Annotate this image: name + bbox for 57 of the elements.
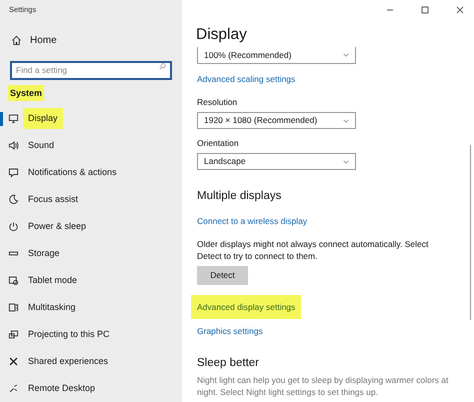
dropdown[interactable]: 1920 × 1080 (Recommended) <box>197 112 356 129</box>
dropdown[interactable]: 100% (Recommended) <box>197 47 356 64</box>
link[interactable]: Graphics settings <box>197 326 263 336</box>
chevron-icon <box>343 118 349 122</box>
remote-icon <box>8 383 19 394</box>
item-label: Focus assist <box>28 192 78 206</box>
section-heading: Multiple displays <box>197 189 282 204</box>
link[interactable]: Advanced display settings <box>191 295 302 319</box>
sidebar-item[interactable]: Tablet mode <box>0 267 182 294</box>
chevron-icon <box>343 160 349 164</box>
item-label: Notifications & actions <box>28 166 117 179</box>
description-text: Night light can help you get to sleep by displaying warmer colors at night. Select Night light settings to set things up. <box>197 374 450 398</box>
detect-button[interactable]: Detect <box>197 266 248 285</box>
item-label: Remote Desktop <box>28 382 96 395</box>
dropdown[interactable]: Landscape <box>197 153 356 170</box>
window-icon <box>8 302 19 313</box>
item-label: Projecting to this PC <box>28 328 110 341</box>
maximize-icon[interactable] <box>421 6 429 14</box>
link[interactable]: Advanced scaling settings <box>197 74 296 84</box>
tablet-icon <box>8 275 19 286</box>
link[interactable]: Connect to a wireless display <box>197 216 308 226</box>
item-label: Tablet mode <box>28 274 78 287</box>
item-label: Sound <box>28 138 54 152</box>
speaker-icon <box>8 140 19 151</box>
section-heading: System <box>8 85 44 101</box>
item-label: Power & sleep <box>28 220 86 233</box>
chevron-icon <box>343 53 349 57</box>
description-text: Older displays might not always connect automatically. Select Detect to try to connect to them. <box>197 238 430 262</box>
home-icon <box>11 34 22 46</box>
section-heading: Sleep better <box>197 356 260 371</box>
sidebar-item[interactable]: Power & sleep <box>0 213 182 240</box>
screens-icon <box>8 329 19 340</box>
search-icon <box>159 63 166 70</box>
sidebar-item[interactable]: Shared experiences <box>0 348 182 375</box>
search-field[interactable]: Find a setting <box>10 60 172 80</box>
item-label: Multitasking <box>28 300 76 314</box>
close-icon[interactable] <box>456 6 464 14</box>
cross-icon <box>8 356 19 367</box>
sidebar-item[interactable]: Display <box>0 105 182 132</box>
home-link[interactable]: Home <box>0 28 65 52</box>
moon-icon <box>8 194 19 205</box>
sidebar-item[interactable]: Focus assist <box>0 186 182 213</box>
sidebar-item[interactable]: Multitasking <box>0 294 182 321</box>
item-label: Display <box>23 108 63 130</box>
field-label: Orientation <box>197 137 240 149</box>
power-icon <box>8 221 19 232</box>
sidebar-item[interactable]: Remote Desktop <box>0 375 182 402</box>
item-label: Storage <box>28 246 60 260</box>
sidebar-item[interactable]: Storage <box>0 240 182 267</box>
speech-bubble-icon <box>8 167 19 178</box>
item-label: Shared experiences <box>28 354 108 368</box>
sidebar-item[interactable]: Notifications & actions <box>0 159 182 186</box>
page-title: Display <box>196 25 247 45</box>
sidebar-item[interactable]: Projecting to this PC <box>0 321 182 348</box>
field-label: Resolution <box>197 96 238 108</box>
sidebar-item[interactable]: Sound <box>0 132 182 159</box>
monitor-icon <box>8 113 19 124</box>
